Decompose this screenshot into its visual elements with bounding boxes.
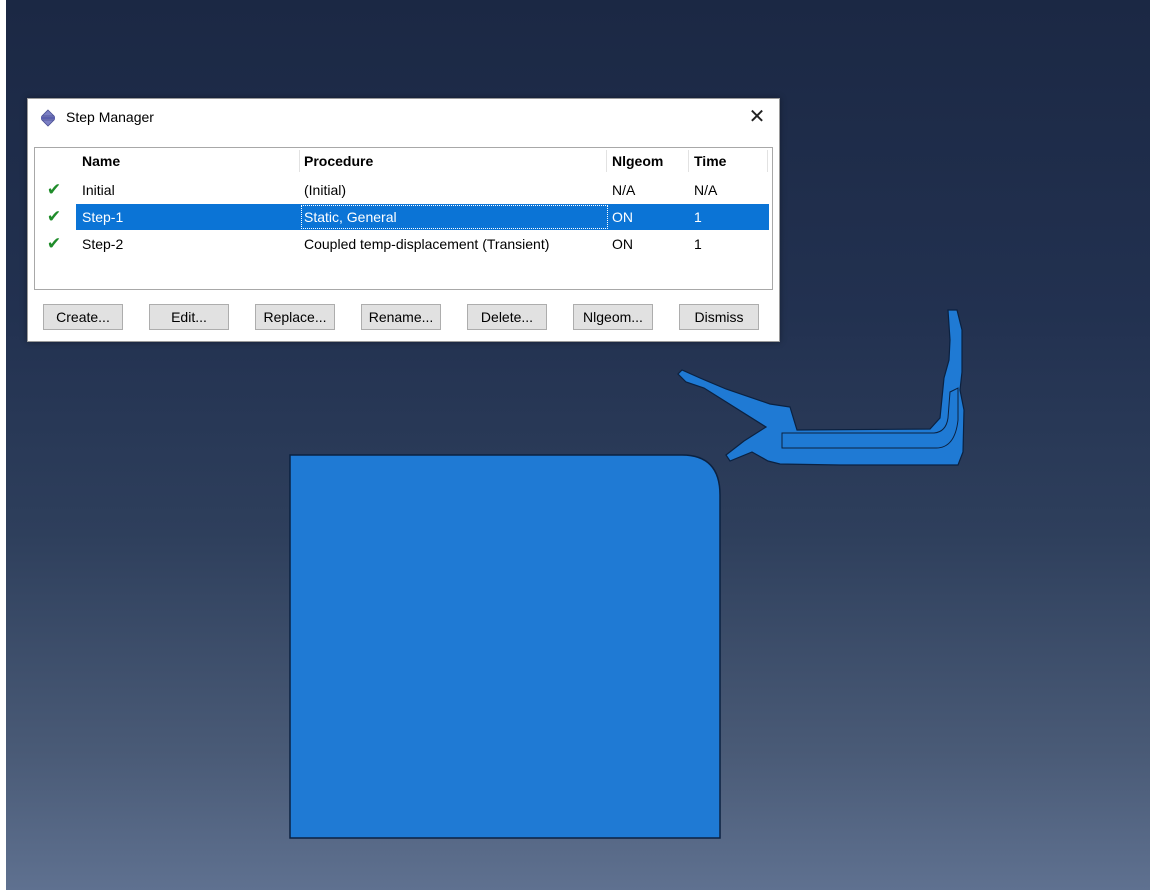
edit-button[interactable]: Edit... [149,304,229,330]
table-row-step-1[interactable]: ✔ Step-1 Static, General ON 1 [35,204,769,230]
header-time[interactable]: Time [690,148,770,174]
step-name: Step-2 [82,236,124,252]
close-icon: ✕ [748,106,766,128]
step-name: Initial [82,182,115,198]
step-nlgeom: N/A [612,182,636,198]
workpiece-part[interactable] [289,454,721,839]
header-divider [606,150,607,172]
steps-table: Name Procedure Nlgeom Time ✔ Initial (In… [34,147,773,290]
check-icon: ✔ [46,180,62,199]
dialog-button-bar: Create... Edit... Replace... Rename... D… [28,304,779,332]
table-row-step-2[interactable]: ✔ Step-2 Coupled temp-displacement (Tran… [35,231,769,257]
header-name[interactable]: Name [76,148,302,174]
delete-button[interactable]: Delete... [467,304,547,330]
nlgeom-button[interactable]: Nlgeom... [573,304,653,330]
header-procedure[interactable]: Procedure [300,148,609,174]
table-row-initial[interactable]: ✔ Initial (Initial) N/A N/A [35,177,769,203]
header-nlgeom[interactable]: Nlgeom [608,148,690,174]
create-button[interactable]: Create... [43,304,123,330]
rename-button[interactable]: Rename... [361,304,441,330]
step-manager-icon [41,109,55,127]
header-divider [767,150,768,172]
step-time: 1 [694,236,702,252]
dismiss-button[interactable]: Dismiss [679,304,759,330]
step-time: N/A [694,182,718,198]
header-divider [688,150,689,172]
close-button[interactable]: ✕ [744,105,770,129]
step-manager-dialog: Step Manager ✕ Name Procedure Nlgeom Tim… [27,98,780,342]
step-name: Step-1 [82,209,124,225]
step-procedure: Coupled temp-displacement (Transient) [304,236,550,252]
step-procedure: (Initial) [304,182,347,198]
step-nlgeom: ON [612,209,633,225]
replace-button[interactable]: Replace... [255,304,335,330]
check-icon: ✔ [46,207,62,226]
check-icon: ✔ [46,234,62,253]
table-header-row: Name Procedure Nlgeom Time [35,148,769,174]
dialog-title: Step Manager [66,109,154,125]
header-divider [299,150,300,172]
seal-inner-groove [781,387,959,449]
dialog-titlebar[interactable]: Step Manager ✕ [28,99,779,137]
step-nlgeom: ON [612,236,633,252]
step-procedure: Static, General [300,204,609,230]
step-time: 1 [694,209,702,225]
